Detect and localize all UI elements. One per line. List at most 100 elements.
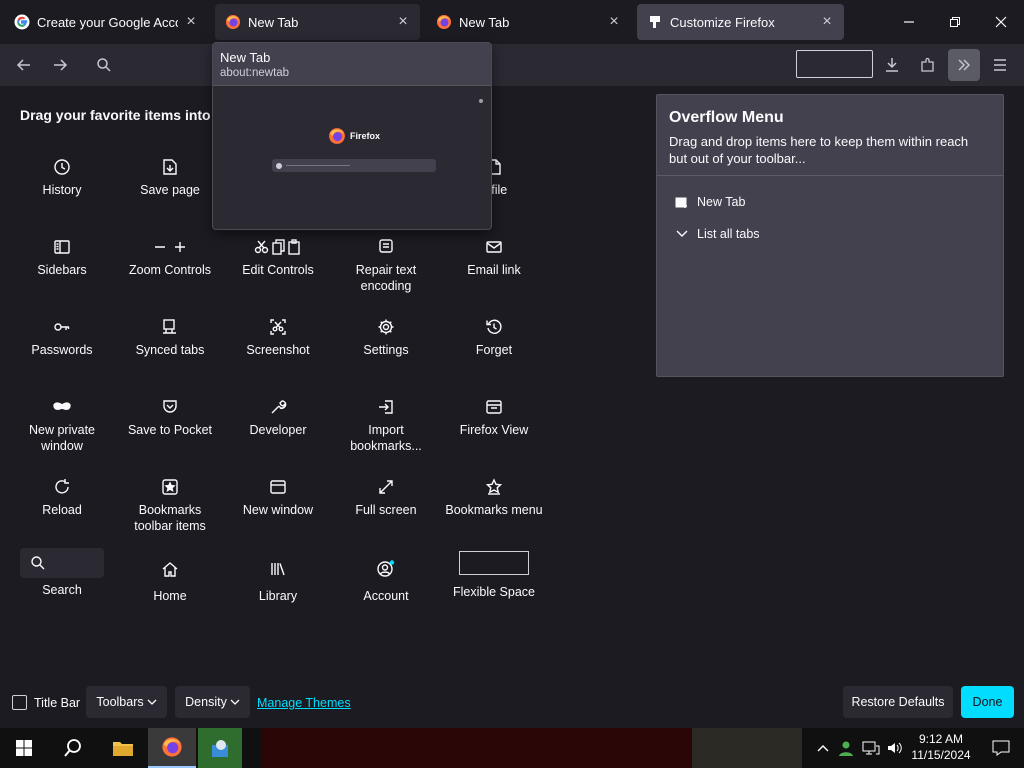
close-icon[interactable]: ×	[396, 13, 410, 31]
palette-item-label: Bookmarks menu	[445, 503, 543, 517]
checkbox-box[interactable]	[12, 695, 27, 710]
restore-button[interactable]	[932, 0, 978, 44]
forward-button[interactable]	[45, 50, 75, 80]
flexible-space-placeholder	[796, 50, 873, 78]
taskbar-app[interactable]	[198, 728, 242, 768]
toolbars-dropdown[interactable]: Toolbars	[86, 686, 167, 718]
close-icon	[995, 16, 1007, 28]
start-button[interactable]	[0, 728, 48, 768]
restore-icon	[950, 17, 960, 27]
palette-item-reload[interactable]: Reload	[8, 466, 116, 538]
done-button[interactable]: Done	[961, 686, 1014, 718]
downloads-button[interactable]	[877, 50, 907, 80]
bookmarks-menu-icon	[485, 474, 503, 500]
close-icon[interactable]: ×	[820, 13, 834, 31]
bookmark-star-icon	[161, 474, 179, 500]
mask-icon	[52, 394, 72, 420]
palette-item-label: Developer	[249, 423, 307, 437]
customize-footer: Title Bar Toolbars Density Manage Themes…	[0, 684, 1024, 724]
palette-item-label: Save to Pocket	[127, 423, 213, 437]
pocket-icon	[161, 394, 179, 420]
tab-new-tab-2[interactable]: New Tab ×	[426, 4, 631, 40]
screenshot-icon	[269, 314, 287, 340]
minimize-button[interactable]	[886, 0, 932, 44]
palette-item-full-screen[interactable]: Full screen	[332, 466, 440, 538]
tray-network-icon[interactable]	[860, 728, 882, 768]
preview-search-bar	[272, 159, 436, 172]
title-bar-checkbox[interactable]: Title Bar	[12, 695, 80, 710]
close-icon[interactable]: ×	[607, 13, 621, 31]
palette-item-firefox-view[interactable]: Firefox View	[440, 386, 548, 458]
restore-defaults-button[interactable]: Restore Defaults	[843, 686, 953, 718]
app-menu-button[interactable]	[985, 50, 1015, 80]
palette-item-sidebars[interactable]: Sidebars	[8, 226, 116, 298]
palette-item-edit-controls[interactable]: Edit Controls	[224, 226, 332, 298]
palette-item-new-private-window[interactable]: New private window	[8, 386, 116, 458]
palette-item-flexible-space[interactable]: Flexible Space	[440, 546, 548, 618]
tab-new-tab-1[interactable]: New Tab ×	[215, 4, 420, 40]
palette-item-repair-text-encoding[interactable]: Repair text encoding	[332, 226, 440, 298]
palette-item-home[interactable]: Home	[116, 546, 224, 618]
preview-brand: Firefox	[328, 127, 380, 145]
manage-themes-link[interactable]: Manage Themes	[257, 696, 351, 710]
tab-customize-firefox[interactable]: Customize Firefox ×	[637, 4, 844, 40]
reload-icon	[53, 474, 71, 500]
show-hidden-icons-button[interactable]	[814, 728, 832, 768]
palette-item-bookmarks-toolbar-items[interactable]: Bookmarks toolbar items	[116, 466, 224, 538]
palette-item-email-link[interactable]: Email link	[440, 226, 548, 298]
tray-people-icon[interactable]	[836, 728, 856, 768]
palette-item-import-bookmarks[interactable]: Import bookmarks...	[332, 386, 440, 458]
volume-icon	[888, 742, 902, 754]
overflow-menu-button[interactable]	[948, 49, 980, 81]
palette-item-forget[interactable]: Forget	[440, 306, 548, 378]
library-icon	[269, 556, 287, 582]
taskbar-clock[interactable]: 9:12 AM 11/15/2024	[906, 731, 976, 763]
puzzle-icon	[647, 14, 663, 30]
firefox-icon	[436, 14, 452, 30]
palette-item-passwords[interactable]: Passwords	[8, 306, 116, 378]
tab-google-account[interactable]: Create your Google Account ×	[4, 4, 208, 40]
taskbar-file-explorer[interactable]	[100, 728, 146, 768]
palette-item-synced-tabs[interactable]: Synced tabs	[116, 306, 224, 378]
palette-item-bookmarks-menu[interactable]: Bookmarks menu	[440, 466, 548, 538]
dot	[479, 99, 483, 103]
palette-item-account[interactable]: Account	[332, 546, 440, 618]
toolbars-label: Toolbars	[96, 695, 144, 709]
overflow-item-new-tab[interactable]: New Tab	[675, 195, 745, 209]
tab-label: New Tab	[459, 14, 510, 30]
palette-item-history[interactable]: History	[8, 146, 116, 218]
close-icon[interactable]: ×	[184, 13, 198, 31]
palette-item-search[interactable]: Search	[8, 546, 116, 618]
palette-item-zoom-controls[interactable]: Zoom Controls	[116, 226, 224, 298]
palette-item-save-to-pocket[interactable]: Save to Pocket	[116, 386, 224, 458]
palette-item-screenshot[interactable]: Screenshot	[224, 306, 332, 378]
tray-volume-icon[interactable]	[884, 728, 906, 768]
overflow-item-label: List all tabs	[697, 227, 760, 241]
action-center-button[interactable]	[978, 728, 1024, 768]
palette-item-new-window[interactable]: New window	[224, 466, 332, 538]
divider	[657, 175, 1003, 176]
tab-label: New Tab	[248, 14, 299, 30]
sidebar-icon	[53, 234, 71, 260]
chevron-down-icon	[147, 699, 157, 705]
taskbar-firefox[interactable]	[148, 728, 196, 768]
palette-item-save-page[interactable]: Save page	[116, 146, 224, 218]
palette-item-settings[interactable]: Settings	[332, 306, 440, 378]
taskbar-wallpaper-strip	[692, 728, 802, 768]
edit-icon	[253, 234, 303, 260]
search-icon	[97, 58, 111, 72]
taskbar-search-button[interactable]	[50, 728, 96, 768]
network-icon	[862, 741, 880, 755]
firefox-icon	[225, 14, 241, 30]
back-button[interactable]	[9, 50, 39, 80]
palette-item-label: Zoom Controls	[129, 263, 211, 277]
extensions-button[interactable]	[913, 50, 943, 80]
close-window-button[interactable]	[978, 0, 1024, 44]
overflow-item-list-all-tabs[interactable]: List all tabs	[675, 227, 760, 241]
palette-item-developer[interactable]: Developer	[224, 386, 332, 458]
url-search-button[interactable]	[89, 50, 119, 80]
preview-url: about:newtab	[220, 67, 290, 79]
density-dropdown[interactable]: Density	[175, 686, 250, 718]
palette-item-library[interactable]: Library	[224, 546, 332, 618]
chevron-down-icon	[676, 230, 688, 237]
